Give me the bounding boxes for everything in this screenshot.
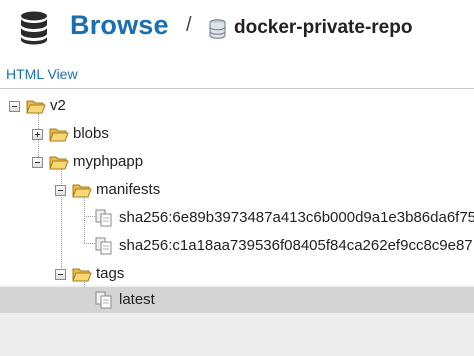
collapse-toggle-icon[interactable] [55, 269, 66, 280]
document-stack-icon [95, 209, 112, 227]
document-stack-icon [95, 291, 112, 309]
tree-node-tag-latest[interactable]: latest [0, 287, 474, 313]
database-icon [209, 19, 226, 39]
tree-node-label[interactable]: myphpapp [73, 153, 143, 170]
tree-node-label[interactable]: tags [96, 265, 124, 282]
tree-node-manifests[interactable]: manifests [0, 177, 474, 203]
tree-node-blobs[interactable]: blobs [0, 121, 474, 147]
repository-tree: v2 blobs myphpapp manifests sha256:6e89b… [0, 88, 474, 356]
tree-node-label[interactable]: sha256:6e89b3973487a413c6b000d9a1e3b86da… [119, 209, 474, 226]
page-header: Browse / docker-private-repo [0, 0, 474, 58]
tree-node-label[interactable]: manifests [96, 181, 160, 198]
open-folder-icon [49, 156, 69, 170]
document-stack-icon [95, 237, 112, 255]
page-title[interactable]: Browse [70, 10, 169, 41]
tree-node-tags[interactable]: tags [0, 261, 474, 287]
database-icon [21, 11, 47, 45]
open-folder-icon [72, 184, 92, 198]
tree-empty-area [0, 313, 474, 356]
tree-node-v2[interactable]: v2 [0, 93, 474, 119]
tree-node-myphpapp[interactable]: myphpapp [0, 149, 474, 175]
tree-node-label[interactable]: sha256:c1a18aa739536f08405f84ca262ef9cc8… [119, 237, 473, 254]
collapse-toggle-icon[interactable] [55, 185, 66, 196]
tree-node-label[interactable]: blobs [73, 125, 109, 142]
open-folder-icon [49, 128, 69, 142]
collapse-toggle-icon[interactable] [9, 101, 20, 112]
tree-node-label[interactable]: latest [119, 291, 155, 308]
collapse-toggle-icon[interactable] [32, 157, 43, 168]
tree-node-manifest-file[interactable]: sha256:6e89b3973487a413c6b000d9a1e3b86da… [0, 205, 474, 231]
open-folder-icon [26, 100, 46, 114]
tree-node-label[interactable]: v2 [50, 97, 66, 114]
tree-node-manifest-file[interactable]: sha256:c1a18aa739536f08405f84ca262ef9cc8… [0, 233, 474, 259]
repository-name[interactable]: docker-private-repo [234, 17, 412, 39]
html-view-link[interactable]: HTML View [6, 66, 78, 82]
expand-toggle-icon[interactable] [32, 129, 43, 140]
open-folder-icon [72, 268, 92, 282]
breadcrumb-separator: / [186, 14, 192, 36]
